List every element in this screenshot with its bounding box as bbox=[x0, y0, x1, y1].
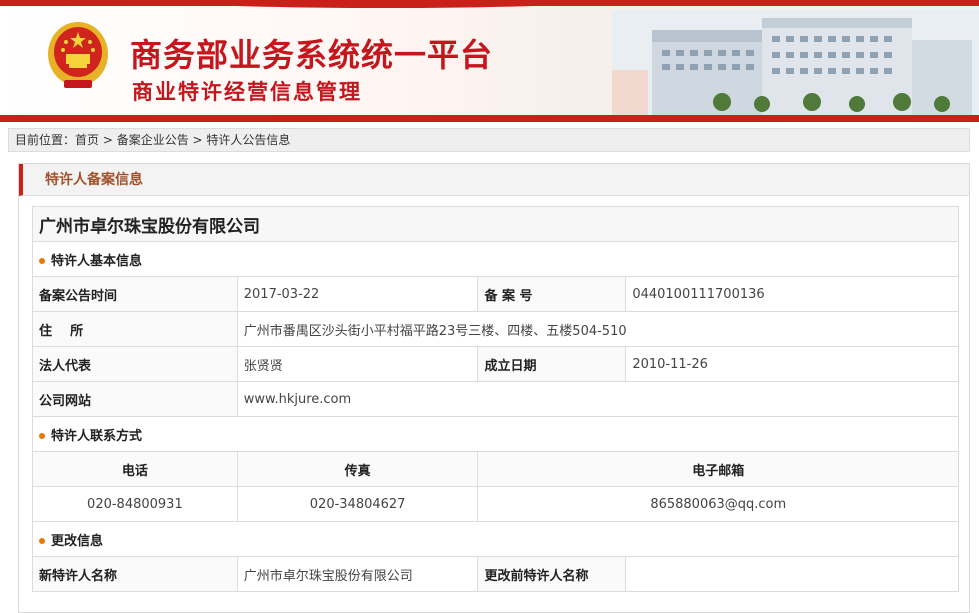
announce-time-label: 备案公告时间 bbox=[32, 276, 238, 312]
national-emblem-icon bbox=[48, 22, 108, 88]
announce-time-value: 2017-03-22 bbox=[236, 276, 479, 312]
new-name-label: 新特许人名称 bbox=[32, 556, 238, 592]
change-section-title: 更改信息 bbox=[32, 521, 959, 557]
system-subtitle: 商业特许经营信息管理 bbox=[132, 80, 362, 104]
legal-rep-label: 法人代表 bbox=[32, 346, 238, 382]
basic-section-row: 特许人基本信息 bbox=[32, 241, 959, 277]
email-header: 电子邮箱 bbox=[477, 451, 959, 487]
bullet-icon bbox=[39, 258, 45, 264]
table-row: 020-84800931 020-34804627 865880063@qq.c… bbox=[32, 486, 959, 522]
breadcrumb-path[interactable]: 首页 > 备案企业公告 > 特许人公告信息 bbox=[75, 133, 290, 147]
phone-header: 电话 bbox=[32, 451, 238, 487]
header-top-curve bbox=[150, 0, 620, 8]
breadcrumb-label: 目前位置： bbox=[15, 133, 76, 147]
breadcrumb: 目前位置：首页 > 备案企业公告 > 特许人公告信息 bbox=[8, 128, 970, 152]
company-name: 广州市卓尔珠宝股份有限公司 bbox=[32, 206, 959, 242]
table-row: 公司网站 www.hkjure.com bbox=[32, 381, 960, 417]
table-row: 备案公告时间 2017-03-22 备 案 号 0440100111700136 bbox=[32, 276, 959, 312]
email-value: 865880063@qq.com bbox=[477, 486, 959, 522]
fax-value: 020-34804627 bbox=[236, 486, 479, 522]
header-bottom-bar bbox=[0, 115, 979, 122]
bullet-icon bbox=[39, 433, 45, 439]
legal-rep-value: 张贤贤 bbox=[236, 346, 479, 382]
old-name-value bbox=[625, 556, 959, 592]
system-title: 商务部业务系统统一平台 bbox=[130, 36, 494, 74]
ministry-building-image bbox=[612, 10, 979, 116]
contact-section-title: 特许人联系方式 bbox=[32, 416, 959, 452]
old-name-label: 更改前特许人名称 bbox=[477, 556, 627, 592]
website-label: 公司网站 bbox=[32, 381, 238, 417]
franchisor-info-panel: 特许人备案信息 广州市卓尔珠宝股份有限公司 特许人基本信息 备案公告时间 201… bbox=[18, 163, 970, 613]
table-row: 电话 传真 电子邮箱 bbox=[32, 451, 959, 487]
website-value[interactable]: www.hkjure.com bbox=[236, 381, 960, 417]
contact-section-row: 特许人联系方式 bbox=[32, 416, 959, 452]
record-no-value: 0440100111700136 bbox=[625, 276, 959, 312]
change-section-label: 更改信息 bbox=[51, 533, 104, 549]
established-value: 2010-11-26 bbox=[625, 346, 959, 382]
contact-section-label: 特许人联系方式 bbox=[51, 428, 143, 444]
table-row: 住 所 广州市番禺区沙头街小平村福平路23号三楼、四楼、五楼504-510 bbox=[32, 311, 960, 347]
table-row: 新特许人名称 广州市卓尔珠宝股份有限公司 更改前特许人名称 bbox=[32, 556, 959, 592]
change-section-row: 更改信息 bbox=[32, 521, 959, 557]
address-value: 广州市番禺区沙头街小平村福平路23号三楼、四楼、五楼504-510 bbox=[236, 311, 960, 347]
franchisor-info-table: 广州市卓尔珠宝股份有限公司 特许人基本信息 备案公告时间 2017-03-22 … bbox=[32, 206, 960, 592]
bullet-icon bbox=[39, 538, 45, 544]
header-banner: 商务部业务系统统一平台 商业特许经营信息管理 bbox=[0, 0, 979, 122]
panel-title: 特许人备案信息 bbox=[19, 164, 969, 196]
basic-section-title: 特许人基本信息 bbox=[32, 241, 959, 277]
fax-header: 传真 bbox=[236, 451, 479, 487]
company-row: 广州市卓尔珠宝股份有限公司 bbox=[32, 206, 959, 242]
address-label: 住 所 bbox=[32, 311, 238, 347]
record-no-label: 备 案 号 bbox=[477, 276, 627, 312]
phone-value: 020-84800931 bbox=[32, 486, 238, 522]
basic-section-label: 特许人基本信息 bbox=[51, 253, 143, 269]
new-name-value: 广州市卓尔珠宝股份有限公司 bbox=[236, 556, 479, 592]
established-label: 成立日期 bbox=[477, 346, 627, 382]
table-row: 法人代表 张贤贤 成立日期 2010-11-26 bbox=[32, 346, 959, 382]
